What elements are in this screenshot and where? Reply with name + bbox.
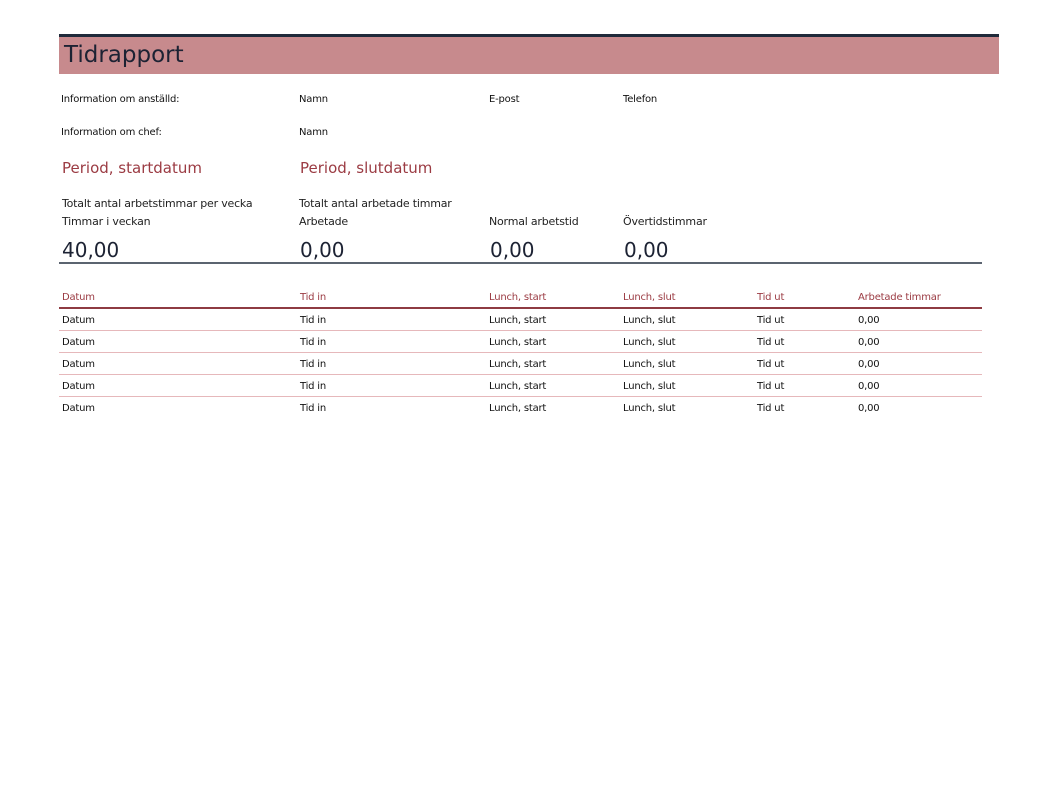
table-row: Datum Tid in Lunch, start Lunch, slut Ti… xyxy=(59,353,982,375)
period-end-field[interactable]: Period, slutdatum xyxy=(300,159,432,177)
date-cell[interactable]: Datum xyxy=(62,403,95,414)
normal-hours-value: 0,00 xyxy=(490,238,535,262)
time-entries-table: Datum Tid in Lunch, start Lunch, slut Ti… xyxy=(59,290,982,418)
overtime-label: Övertidstimmar xyxy=(623,215,707,228)
time-out-cell[interactable]: Tid ut xyxy=(757,359,784,370)
time-in-cell[interactable]: Tid in xyxy=(300,359,326,370)
time-in-cell[interactable]: Tid in xyxy=(300,403,326,414)
header-date: Datum xyxy=(62,292,95,303)
header-lunch-start: Lunch, start xyxy=(489,292,547,303)
total-worked-label: Totalt antal arbetade timmar xyxy=(299,197,452,210)
time-out-cell[interactable]: Tid ut xyxy=(757,315,784,326)
lunch-end-cell[interactable]: Lunch, slut xyxy=(623,403,676,414)
lunch-end-cell[interactable]: Lunch, slut xyxy=(623,315,676,326)
normal-hours-label: Normal arbetstid xyxy=(489,215,579,228)
manager-info-label: Information om chef: xyxy=(61,127,162,138)
hours-worked-cell: 0,00 xyxy=(858,381,880,392)
employee-email-field[interactable]: E-post xyxy=(489,94,520,105)
time-out-cell[interactable]: Tid ut xyxy=(757,403,784,414)
period-start-field[interactable]: Period, startdatum xyxy=(62,159,202,177)
title-banner: Tidrapport xyxy=(59,34,999,74)
time-out-cell[interactable]: Tid ut xyxy=(757,337,784,348)
time-in-cell[interactable]: Tid in xyxy=(300,381,326,392)
table-header-row: Datum Tid in Lunch, start Lunch, slut Ti… xyxy=(59,290,982,309)
employee-name-field[interactable]: Namn xyxy=(299,94,328,105)
timesheet-page: Tidrapport Information om anställd: Namn… xyxy=(0,0,1042,800)
time-out-cell[interactable]: Tid ut xyxy=(757,381,784,392)
hours-worked-cell: 0,00 xyxy=(858,337,880,348)
hours-worked-cell: 0,00 xyxy=(858,403,880,414)
date-cell[interactable]: Datum xyxy=(62,381,95,392)
time-in-cell[interactable]: Tid in xyxy=(300,337,326,348)
header-time-in: Tid in xyxy=(300,292,327,303)
table-row: Datum Tid in Lunch, start Lunch, slut Ti… xyxy=(59,375,982,397)
lunch-start-cell[interactable]: Lunch, start xyxy=(489,359,546,370)
worked-hours-value: 0,00 xyxy=(300,238,345,262)
table-row: Datum Tid in Lunch, start Lunch, slut Ti… xyxy=(59,397,982,418)
table-row: Datum Tid in Lunch, start Lunch, slut Ti… xyxy=(59,331,982,353)
lunch-end-cell[interactable]: Lunch, slut xyxy=(623,359,676,370)
overtime-value: 0,00 xyxy=(624,238,669,262)
date-cell[interactable]: Datum xyxy=(62,337,95,348)
lunch-start-cell[interactable]: Lunch, start xyxy=(489,403,546,414)
employee-phone-field[interactable]: Telefon xyxy=(623,94,657,105)
lunch-start-cell[interactable]: Lunch, start xyxy=(489,337,546,348)
page-title: Tidrapport xyxy=(64,42,184,68)
lunch-end-cell[interactable]: Lunch, slut xyxy=(623,337,676,348)
lunch-start-cell[interactable]: Lunch, start xyxy=(489,315,546,326)
header-lunch-end: Lunch, slut xyxy=(623,292,676,303)
manager-name-field[interactable]: Namn xyxy=(299,127,328,138)
employee-info-label: Information om anställd: xyxy=(61,94,180,105)
hours-worked-cell: 0,00 xyxy=(858,315,880,326)
header-hours-worked: Arbetade timmar xyxy=(858,292,941,303)
hours-worked-cell: 0,00 xyxy=(858,359,880,370)
time-in-cell[interactable]: Tid in xyxy=(300,315,326,326)
weekly-hours-value[interactable]: 40,00 xyxy=(62,238,119,262)
table-row: Datum Tid in Lunch, start Lunch, slut Ti… xyxy=(59,309,982,331)
date-cell[interactable]: Datum xyxy=(62,359,95,370)
weekly-hours-label: Totalt antal arbetstimmar per vecka xyxy=(62,197,253,210)
header-time-out: Tid ut xyxy=(757,292,785,303)
date-cell[interactable]: Datum xyxy=(62,315,95,326)
weekly-hours-sublabel: Timmar i veckan xyxy=(62,215,151,228)
worked-sublabel: Arbetade xyxy=(299,215,349,228)
lunch-start-cell[interactable]: Lunch, start xyxy=(489,381,546,392)
summary-divider xyxy=(59,262,982,264)
lunch-end-cell[interactable]: Lunch, slut xyxy=(623,381,676,392)
